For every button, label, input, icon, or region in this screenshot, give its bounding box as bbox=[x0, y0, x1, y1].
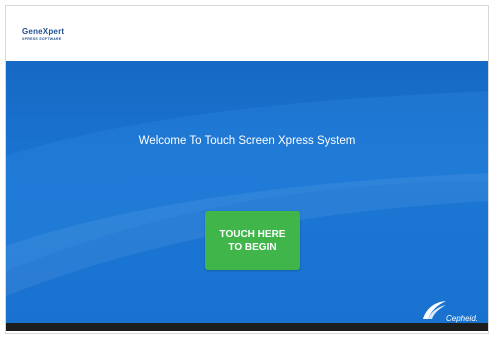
touch-to-begin-button[interactable]: TOUCH HERE TO BEGIN bbox=[205, 211, 300, 270]
logo-subtitle: XPRESS SOFTWARE bbox=[22, 37, 62, 41]
footer-bar bbox=[6, 323, 488, 331]
brand-name: Cepheid. bbox=[445, 314, 478, 323]
header-bar: GeneXpert XPRESS SOFTWARE bbox=[6, 6, 488, 61]
begin-button-line1: TOUCH HERE bbox=[219, 228, 286, 240]
welcome-message: Welcome To Touch Screen Xpress System bbox=[138, 135, 356, 147]
cepheid-swoosh-icon bbox=[423, 301, 446, 319]
welcome-panel: Welcome To Touch Screen Xpress System TO… bbox=[6, 61, 488, 331]
cepheid-logo: Cepheid. bbox=[420, 299, 480, 325]
app-window: GeneXpert XPRESS SOFTWARE Welcome To Tou… bbox=[5, 5, 489, 334]
background-wave bbox=[6, 91, 488, 296]
genexpert-logo: GeneXpert XPRESS SOFTWARE bbox=[22, 27, 64, 41]
logo-name: GeneXpert bbox=[22, 27, 65, 36]
begin-button-line2: TO BEGIN bbox=[228, 241, 277, 253]
